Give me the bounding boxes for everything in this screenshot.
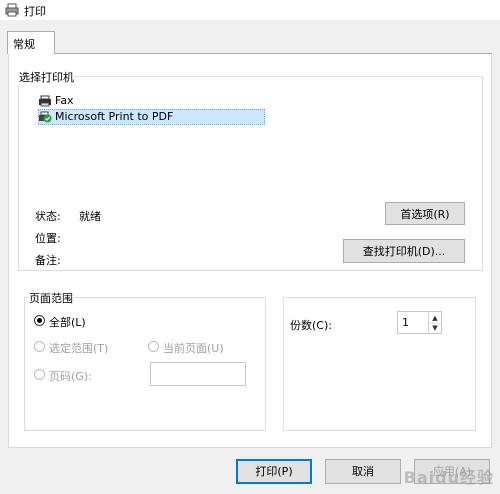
- printer-name: Fax: [55, 94, 74, 107]
- radio-all[interactable]: [34, 315, 45, 326]
- radio-pages-label: 页码(G):: [49, 370, 92, 383]
- radio-selection-label: 选定范围(T): [49, 342, 109, 355]
- print-button[interactable]: 打印(P): [236, 459, 312, 484]
- title-bar[interactable]: [0, 0, 500, 20]
- radio-pages[interactable]: [34, 369, 45, 380]
- printer-item-fax[interactable]: Fax: [38, 94, 278, 108]
- cancel-button[interactable]: 取消: [325, 459, 401, 484]
- default-printer-icon: [39, 111, 52, 123]
- window-title: 打印: [24, 5, 46, 18]
- printer-item-microsoft-print-to-pdf[interactable]: Microsoft Print to PDF: [38, 110, 265, 124]
- status-value: 就绪: [79, 210, 101, 223]
- copies-label: 份数(C):: [290, 319, 332, 332]
- printer-name: Microsoft Print to PDF: [55, 110, 174, 123]
- find-printer-button[interactable]: 查找打印机(D)...: [343, 239, 465, 263]
- preferences-button[interactable]: 首选项(R): [385, 202, 465, 225]
- radio-selection[interactable]: [34, 341, 45, 352]
- printer-group-legend: 选择打印机: [18, 69, 75, 85]
- printer-icon: [5, 3, 19, 17]
- copies-value: 1: [402, 316, 409, 329]
- baidu-watermark: Baidu经验: [403, 468, 494, 487]
- pages-input[interactable]: [150, 362, 246, 386]
- status-label: 状态:: [35, 210, 61, 223]
- comment-label: 备注:: [35, 254, 61, 267]
- radio-all-label: 全部(L): [49, 316, 86, 329]
- radio-current-page-label: 当前页面(U): [163, 342, 224, 355]
- copies-stepper[interactable]: 1 ▲ ▼: [397, 311, 442, 334]
- location-label: 位置:: [35, 232, 61, 245]
- fax-printer-icon: [39, 95, 51, 107]
- chevron-up-icon[interactable]: ▲: [428, 313, 441, 323]
- page-range-legend: 页面范围: [28, 290, 74, 306]
- tab-general-label: 常规: [13, 38, 35, 51]
- radio-current-page[interactable]: [148, 341, 159, 352]
- chevron-down-icon[interactable]: ▼: [428, 323, 441, 334]
